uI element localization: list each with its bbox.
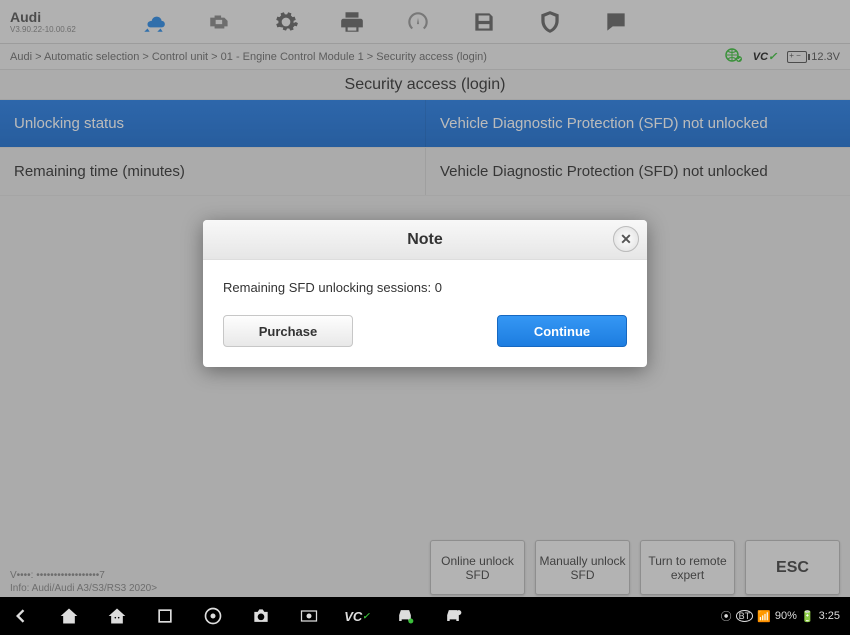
clock: 3:25 [819, 610, 840, 622]
note-dialog: Note ✕ Remaining SFD unlocking sessions:… [203, 220, 647, 367]
vci-nav-icon[interactable]: VC✓ [346, 605, 368, 627]
app-root: Audi V3.90.22-10.00.62 [0, 0, 850, 635]
home-icon[interactable] [58, 605, 80, 627]
dialog-title: Note [407, 231, 443, 249]
bt-icon: BT [736, 610, 754, 622]
battery-nav-icon: 🔋 [801, 610, 815, 623]
car-person-icon[interactable] [442, 605, 464, 627]
dialog-header: Note ✕ [203, 220, 647, 260]
recents-icon[interactable] [154, 605, 176, 627]
nav-status: ⦿ BT 📶 90% 🔋 3:25 [721, 608, 840, 624]
location-icon: ⦿ [721, 608, 732, 624]
nav-left: VC✓ [10, 605, 464, 627]
battery-percent: 90% [775, 610, 797, 622]
camera-icon[interactable] [250, 605, 272, 627]
wifi-icon: 📶 [757, 610, 771, 623]
dialog-message: Remaining SFD unlocking sessions: 0 [203, 260, 647, 305]
back-icon[interactable] [10, 605, 32, 627]
purchase-button[interactable]: Purchase [223, 315, 353, 347]
continue-button[interactable]: Continue [497, 315, 627, 347]
home-robot-icon[interactable] [106, 605, 128, 627]
dialog-actions: Purchase Continue [203, 305, 647, 367]
car-nav-icon[interactable] [394, 605, 416, 627]
close-icon[interactable]: ✕ [613, 226, 639, 252]
browser-icon[interactable] [202, 605, 224, 627]
android-navbar: VC✓ ⦿ BT 📶 90% 🔋 3:25 [0, 597, 850, 635]
brightness-icon[interactable] [298, 605, 320, 627]
